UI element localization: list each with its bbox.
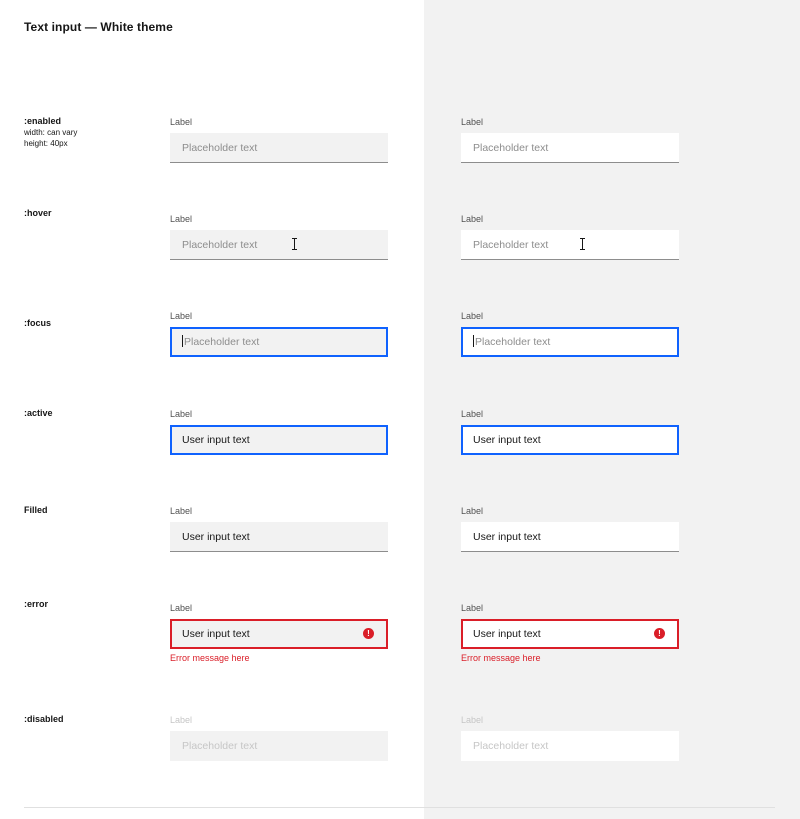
text-input-gray-disabled: Label Placeholder text: [170, 714, 388, 761]
state-label-error: :error: [24, 599, 49, 609]
text-input-white-error: Label User input text ! Error message he…: [461, 602, 679, 663]
field-label: Label: [170, 409, 193, 419]
input-value: User input text: [182, 628, 250, 640]
text-input[interactable]: User input text: [461, 522, 679, 552]
text-input-white-disabled: Label Placeholder text: [461, 714, 679, 761]
text-input[interactable]: User input text !: [461, 619, 679, 649]
field-label: Label: [170, 214, 193, 224]
field-label: Label: [461, 715, 484, 725]
text-input-gray-enabled: Label Placeholder text: [170, 116, 388, 163]
text-input[interactable]: Placeholder text: [170, 133, 388, 163]
text-input[interactable]: User input text !: [170, 619, 388, 649]
input-value: User input text: [182, 531, 250, 543]
text-input-white-hover: Label Placeholder text: [461, 213, 679, 260]
text-caret: [473, 335, 474, 348]
error-message: Error message here: [170, 653, 250, 663]
placeholder-text: Placeholder text: [182, 142, 258, 154]
field-label: Label: [170, 506, 193, 516]
text-input[interactable]: User input text: [170, 425, 388, 455]
text-input-gray-filled: Label User input text: [170, 505, 388, 552]
state-label-hover: :hover: [24, 208, 52, 218]
state-row-disabled: :disabled Label Placeholder text Label P…: [0, 714, 800, 794]
field-label: Label: [170, 715, 193, 725]
state-row-focus: :focus Label Placeholder text Label Plac…: [0, 311, 800, 398]
input-value: User input text: [182, 434, 250, 446]
text-cursor-icon: [292, 238, 298, 250]
placeholder-text: Placeholder text: [473, 239, 549, 251]
state-row-enabled: :enabled width: can vary height: 40px La…: [0, 116, 800, 196]
state-row-active: :active Label User input text Label User…: [0, 408, 800, 488]
text-caret: [182, 335, 183, 348]
state-row-error: :error Label User input text ! Error mes…: [0, 599, 800, 679]
state-row-hover: :hover Label Placeholder text Label Plac…: [0, 208, 800, 288]
text-input: Placeholder text: [461, 731, 679, 761]
state-label-filled: Filled: [24, 505, 48, 515]
text-input[interactable]: User input text: [461, 425, 679, 455]
text-input-white-enabled: Label Placeholder text: [461, 116, 679, 163]
text-input[interactable]: Placeholder text: [461, 133, 679, 163]
field-label: Label: [461, 506, 484, 516]
text-input-white-focus: Label Placeholder text: [461, 310, 679, 357]
text-input-gray-error: Label User input text ! Error message he…: [170, 602, 388, 663]
input-value: User input text: [473, 628, 541, 640]
field-label: Label: [170, 311, 193, 321]
text-input-white-active: Label User input text: [461, 408, 679, 455]
placeholder-text: Placeholder text: [182, 239, 258, 251]
field-label: Label: [461, 117, 484, 127]
field-label: Label: [461, 603, 484, 613]
text-input[interactable]: Placeholder text: [461, 327, 679, 357]
field-label: Label: [461, 214, 484, 224]
placeholder-text: Placeholder text: [475, 336, 551, 348]
input-value: User input text: [473, 434, 541, 446]
state-name: :enabled: [24, 116, 62, 126]
text-input: Placeholder text: [170, 731, 388, 761]
state-label-active: :active: [24, 408, 53, 418]
warning-filled-icon: !: [654, 628, 665, 639]
warning-filled-icon: !: [363, 628, 374, 639]
state-label-focus: :focus: [24, 318, 51, 328]
text-input[interactable]: User input text: [170, 522, 388, 552]
field-label: Label: [170, 603, 193, 613]
text-input-gray-active: Label User input text: [170, 408, 388, 455]
field-label: Label: [461, 409, 484, 419]
text-input[interactable]: Placeholder text: [170, 230, 388, 260]
state-label-enabled: :enabled width: can vary height: 40px: [24, 116, 77, 149]
text-input-gray-hover: Label Placeholder text: [170, 213, 388, 260]
bottom-divider: [24, 807, 775, 808]
state-row-filled: Filled Label User input text Label User …: [0, 505, 800, 585]
text-cursor-icon: [580, 238, 586, 250]
text-input[interactable]: Placeholder text: [461, 230, 679, 260]
state-note-width: width: can vary: [24, 128, 78, 137]
error-message: Error message here: [461, 653, 541, 663]
text-input-white-filled: Label User input text: [461, 505, 679, 552]
text-input-gray-focus: Label Placeholder text: [170, 310, 388, 357]
state-label-disabled: :disabled: [24, 714, 64, 724]
page-title: Text input — White theme: [24, 20, 173, 34]
placeholder-text: Placeholder text: [473, 142, 549, 154]
field-label: Label: [461, 311, 484, 321]
placeholder-text: Placeholder text: [184, 336, 260, 348]
placeholder-text: Placeholder text: [182, 740, 258, 752]
placeholder-text: Placeholder text: [473, 740, 549, 752]
field-label: Label: [170, 117, 193, 127]
state-note-height: height: 40px: [24, 139, 68, 148]
text-input[interactable]: Placeholder text: [170, 327, 388, 357]
input-value: User input text: [473, 531, 541, 543]
